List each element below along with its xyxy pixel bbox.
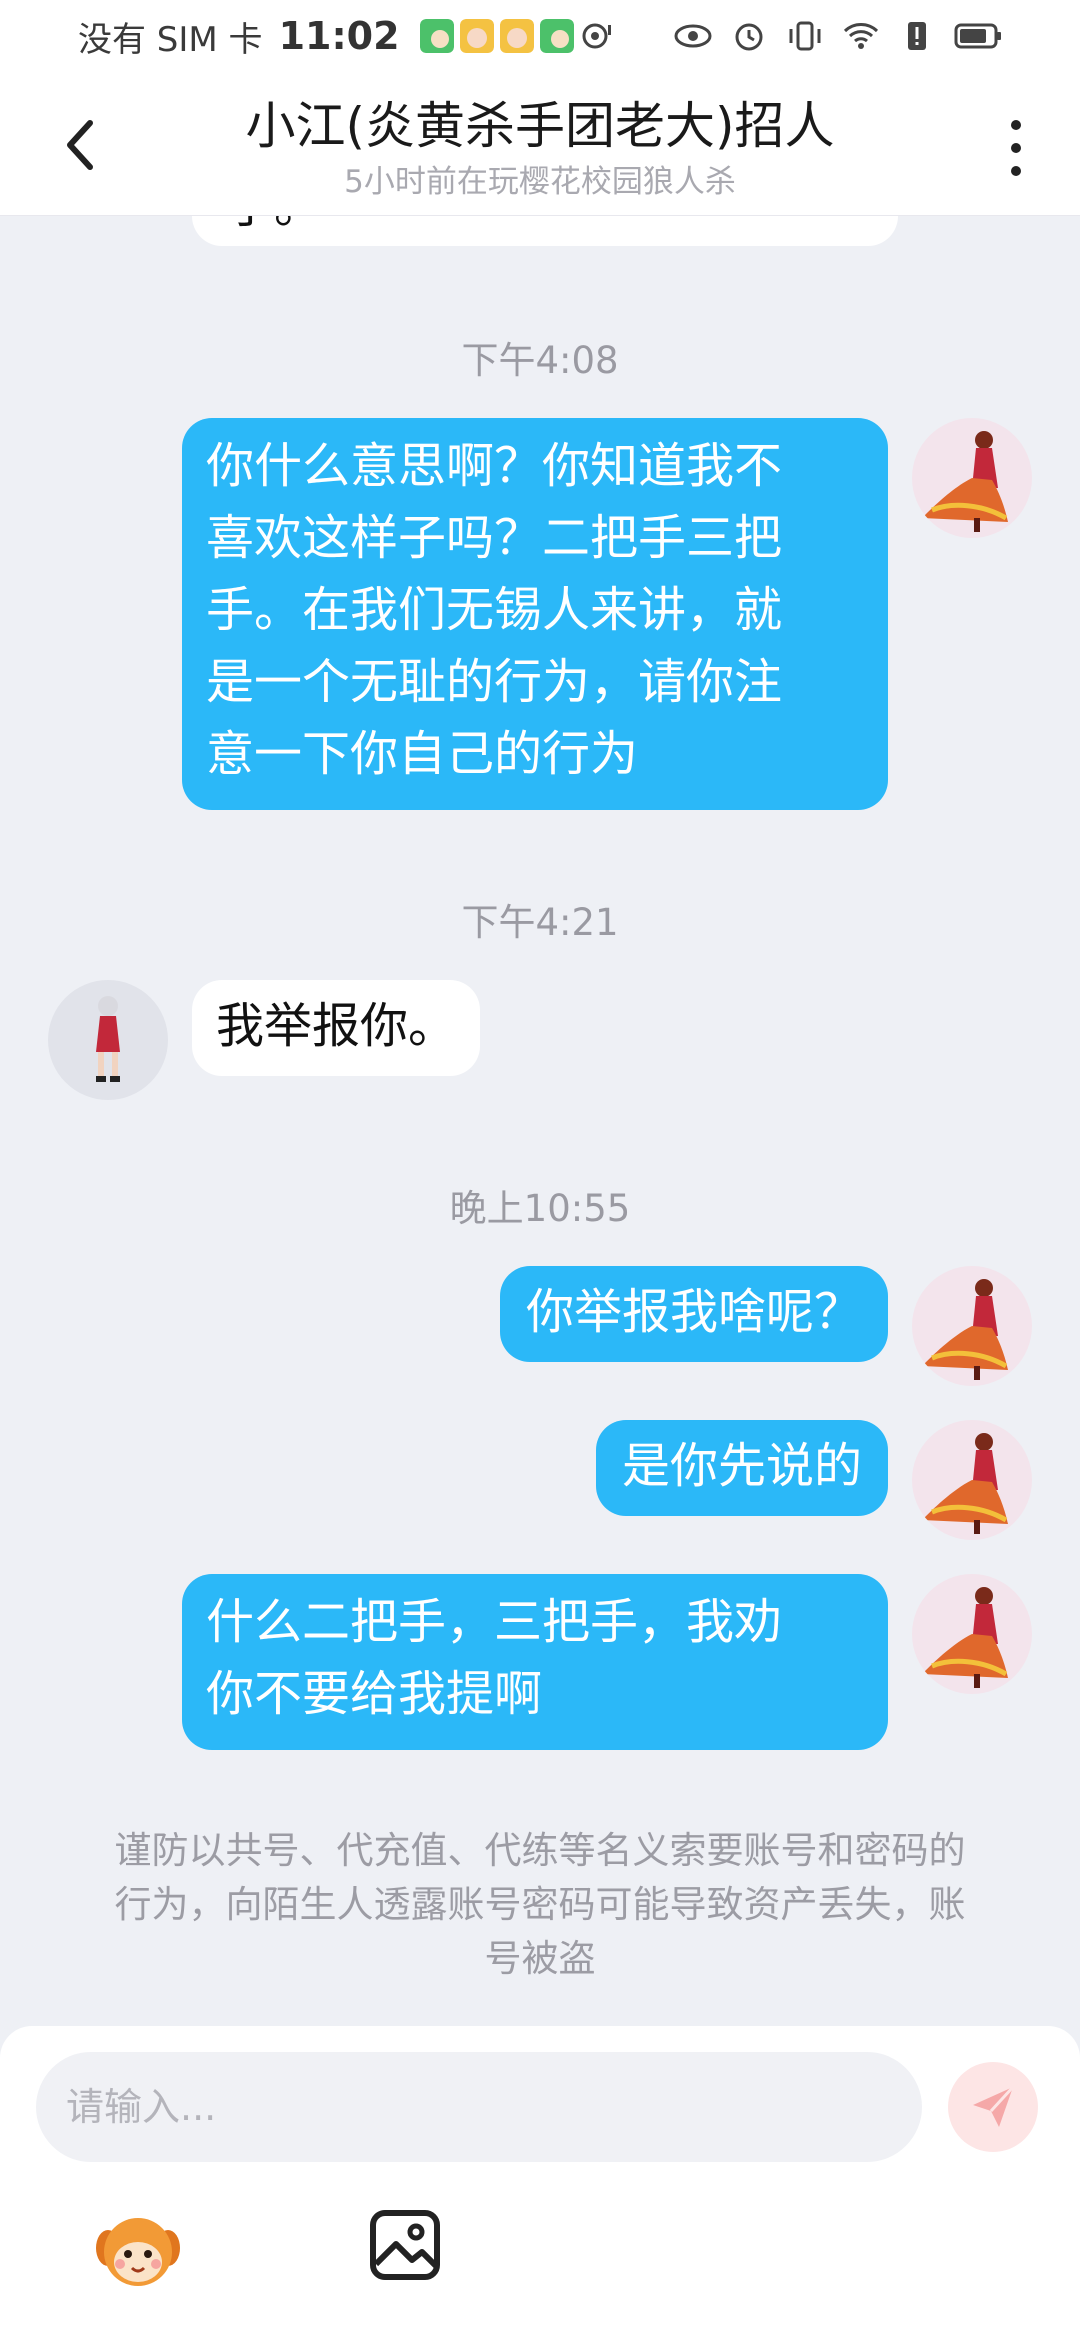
message-line: 你举报我啥呢？ xyxy=(525,1284,862,1340)
character-avatar-icon xyxy=(922,1587,1008,1688)
message-timestamp: 晚上10:55 xyxy=(449,1187,631,1230)
wifi-icon xyxy=(843,23,879,49)
message-line: 你什么意思啊？你知道我不 xyxy=(206,438,783,494)
chat-header: 小江(炎黄杀手团老大)招人 5小时前在玩樱花校园狼人杀 xyxy=(0,72,1080,216)
my-avatar[interactable] xyxy=(912,1420,1032,1540)
character-avatar-icon xyxy=(922,431,1008,532)
message-timestamp: 下午4:08 xyxy=(461,339,619,382)
message-line: 手。在我们无锡人来讲，就 xyxy=(206,582,783,638)
more-vertical-icon xyxy=(1011,120,1021,130)
status-time: 11:02 xyxy=(278,14,400,58)
emoji-icon xyxy=(96,2218,180,2286)
message-bubble-outgoing[interactable]: 你举报我啥呢？ xyxy=(499,1266,888,1362)
more-vertical-icon-dot xyxy=(1011,143,1021,153)
character-avatar-icon xyxy=(96,996,120,1082)
message-bubble-outgoing[interactable]: 你什么意思啊？你知道我不 喜欢这样子吗？二把手三把 手。在我们无锡人来讲，就 是… xyxy=(182,418,888,810)
message-text: 了。 xyxy=(226,216,322,236)
message-line: 我举报你。 xyxy=(216,998,457,1054)
sim-alert-icon xyxy=(908,22,926,50)
my-avatar[interactable] xyxy=(912,418,1032,538)
more-options-button[interactable] xyxy=(996,112,1036,184)
alarm-icon xyxy=(735,23,763,51)
send-icon xyxy=(973,2085,1015,2127)
carrier-label: 没有 SIM 卡 xyxy=(78,19,263,60)
message-bubble-incoming[interactable]: 了。 xyxy=(192,216,898,246)
message-bubble-outgoing[interactable]: 是你先说的 xyxy=(595,1420,888,1516)
input-panel xyxy=(0,2026,1080,2340)
app-notification-icon xyxy=(499,19,534,53)
message-list[interactable]: 了。 下午4:08 你什么意思啊？你知道我不 喜欢这样子吗？二把手三把 手。在我… xyxy=(0,216,1080,2026)
message-line: 是一个无耻的行为，请你注 xyxy=(206,654,783,710)
message-timestamp: 下午4:21 xyxy=(461,901,619,944)
message-line: 意一下你自己的行为 xyxy=(206,726,639,782)
notification-icons xyxy=(419,19,614,53)
emoji-button[interactable] xyxy=(90,2202,186,2298)
status-left: 没有 SIM 卡 11:02 xyxy=(78,12,614,61)
vibrate-icon xyxy=(789,21,821,51)
security-notice: 谨防以共号、代充值、代练等名义索要账号和密码的行为，向陌生人透露账号密码可能导致… xyxy=(114,1829,966,1980)
app-notification-icon xyxy=(419,19,454,53)
message-line: 喜欢这样子吗？二把手三把 xyxy=(206,510,783,566)
eye-icon xyxy=(674,24,712,48)
message-bubble-outgoing[interactable]: 什么二把手，三把手，我劝 你不要给我提啊 xyxy=(182,1574,888,1750)
my-avatar[interactable] xyxy=(912,1574,1032,1694)
character-avatar-icon xyxy=(922,1433,1008,1534)
app-notification-icon xyxy=(459,19,494,53)
message-bubble-incoming[interactable]: 我举报你。 xyxy=(192,980,481,1076)
app-notification-icon xyxy=(539,19,574,53)
contact-name: 小江(炎黄杀手团老大)招人 xyxy=(245,97,835,155)
message-line: 是你先说的 xyxy=(621,1438,862,1494)
location-icon xyxy=(582,23,611,49)
my-avatar[interactable] xyxy=(912,1266,1032,1386)
message-input[interactable] xyxy=(36,2052,922,2162)
character-avatar-icon xyxy=(922,1279,1008,1380)
battery-icon xyxy=(954,23,1001,49)
status-right xyxy=(674,21,1002,51)
more-vertical-icon-dot xyxy=(1011,166,1021,176)
message-line: 什么二把手，三把手，我劝 xyxy=(206,1594,783,1650)
status-bar: 没有 SIM 卡 11:02 xyxy=(0,0,1080,72)
contact-activity-status: 5小时前在玩樱花校园狼人杀 xyxy=(344,164,736,200)
image-icon xyxy=(370,2210,440,2280)
image-button[interactable] xyxy=(368,2208,442,2282)
send-button[interactable] xyxy=(948,2062,1038,2152)
contact-avatar[interactable] xyxy=(48,980,168,1100)
message-line: 你不要给我提啊 xyxy=(206,1666,543,1722)
